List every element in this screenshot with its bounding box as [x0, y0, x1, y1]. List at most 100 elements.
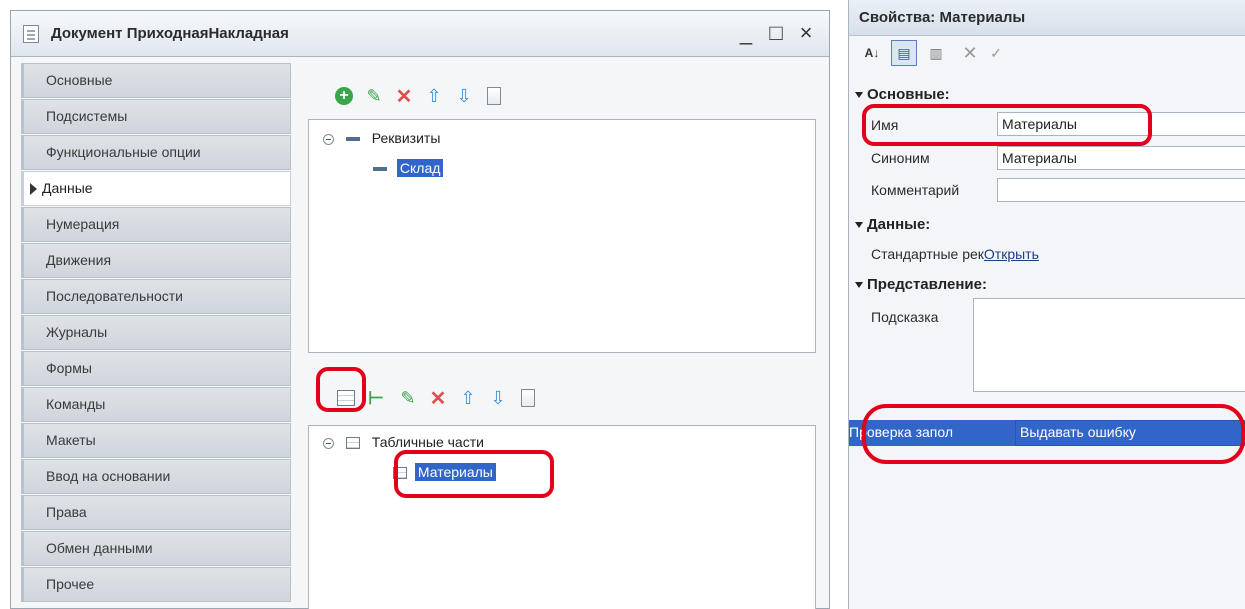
- apply-button[interactable]: ✓: [983, 40, 1009, 66]
- move-up-button[interactable]: ⇧: [421, 83, 447, 109]
- nav-item-commands[interactable]: Команды: [21, 387, 291, 422]
- pencil-icon: ✎: [400, 387, 416, 408]
- synonym-field[interactable]: Материалы: [997, 146, 1245, 170]
- attribute-group-icon: [345, 137, 360, 142]
- collapse-icon: [323, 133, 334, 145]
- edit-button[interactable]: ✎: [361, 83, 387, 109]
- nav-item-label: Ввод на основании: [46, 468, 171, 484]
- nav-item-label: Обмен данными: [46, 540, 153, 556]
- arrow-up-icon: ⇧: [426, 85, 442, 106]
- nav-item-rights[interactable]: Права: [21, 495, 291, 530]
- delete-button[interactable]: ✕: [425, 385, 451, 411]
- window-title: Документ ПриходнаяНакладная: [51, 25, 289, 42]
- sidebar-nav: Основные Подсистемы Функциональные опции…: [21, 63, 291, 603]
- nav-item-subsystems[interactable]: Подсистемы: [21, 99, 291, 134]
- nav-item-label: Функциональные опции: [46, 144, 201, 160]
- comment-field[interactable]: [997, 178, 1245, 202]
- nav-item-input-on-basis[interactable]: Ввод на основании: [21, 459, 291, 494]
- attributes-tree-panel: Реквизиты Склад: [308, 119, 816, 353]
- attributes-group[interactable]: Реквизиты: [323, 130, 440, 146]
- maximize-button[interactable]: □: [763, 20, 789, 46]
- arrow-down-icon: ⇩: [490, 387, 506, 408]
- close-button[interactable]: ×: [793, 20, 819, 46]
- edit-button[interactable]: ✎: [395, 385, 421, 411]
- properties-titlebar: Свойства: Материалы: [849, 0, 1245, 36]
- nav-item-data[interactable]: Данные: [21, 171, 291, 206]
- nav-item-other[interactable]: Прочее: [21, 567, 291, 602]
- comment-label: Комментарий: [871, 182, 960, 198]
- highlight-tabular-item: [394, 450, 554, 498]
- synonym-label: Синоним: [871, 150, 930, 166]
- categorized-view-button[interactable]: ▤: [891, 40, 917, 66]
- nav-item-label: Движения: [46, 252, 112, 268]
- nav-item-label: Нумерация: [46, 216, 120, 232]
- nav-item-label: Команды: [46, 396, 106, 412]
- move-down-button[interactable]: ⇩: [451, 83, 477, 109]
- tabular-parts-group-label: Табличные части: [371, 434, 484, 450]
- add-icon: +: [335, 87, 353, 105]
- tree-view-icon: ▤: [897, 44, 911, 61]
- nav-item-label: Формы: [46, 360, 92, 376]
- sort-alpha-icon: A↓: [864, 46, 880, 60]
- nav-item-label: Макеты: [46, 432, 96, 448]
- nav-item-basic[interactable]: Основные: [21, 63, 291, 98]
- attribute-icon: [373, 167, 387, 172]
- arrow-down-icon: ⇩: [456, 85, 472, 106]
- add-column-icon: ⊢: [368, 387, 384, 408]
- tabular-parts-group[interactable]: Табличные части: [323, 434, 484, 450]
- tabular-toolbar: ⊢ ✎ ✕ ⇧ ⇩: [331, 385, 631, 411]
- properties-title: Свойства: Материалы: [859, 9, 1026, 26]
- clear-button[interactable]: ✕: [957, 40, 983, 66]
- sort-alphabetical-button[interactable]: A↓: [859, 40, 885, 66]
- open-standard-attrs-link[interactable]: Открыть: [984, 246, 1039, 262]
- delete-icon: ✕: [395, 85, 413, 108]
- collapse-icon: [323, 437, 334, 449]
- nav-item-label: Последовательности: [46, 288, 183, 304]
- tabular-parts-panel: Табличные части Материалы: [308, 425, 816, 609]
- attributes-group-label: Реквизиты: [371, 130, 441, 146]
- minimize-button[interactable]: _: [733, 20, 759, 46]
- section-presentation[interactable]: Представление:: [855, 276, 987, 293]
- nav-item-functional-options[interactable]: Функциональные опции: [21, 135, 291, 170]
- attribute-item[interactable]: Склад: [373, 159, 444, 177]
- section-data[interactable]: Данные:: [855, 216, 930, 233]
- sort-button[interactable]: [515, 385, 541, 411]
- nav-item-label: Прочее: [46, 576, 95, 592]
- nav-item-label: Журналы: [46, 324, 108, 340]
- check-icon: ✓: [990, 44, 1002, 61]
- section-main[interactable]: Основные:: [855, 86, 950, 103]
- attribute-item-label: Склад: [396, 159, 444, 177]
- expand-arrow-icon: [30, 183, 37, 195]
- nav-item-movements[interactable]: Движения: [21, 243, 291, 278]
- highlight-fill-check: [862, 404, 1245, 464]
- add-button[interactable]: +: [331, 83, 357, 109]
- list-icon: [487, 87, 501, 105]
- move-up-button[interactable]: ⇧: [455, 385, 481, 411]
- move-down-button[interactable]: ⇩: [485, 385, 511, 411]
- document-icon: [23, 25, 39, 43]
- filter-icon: ▥: [929, 44, 943, 61]
- nav-item-numbering[interactable]: Нумерация: [21, 207, 291, 242]
- nav-item-label: Права: [46, 504, 87, 520]
- nav-item-label: Основные: [46, 72, 113, 88]
- table-icon: [345, 437, 360, 450]
- sort-button[interactable]: [481, 83, 507, 109]
- filter-button[interactable]: ▥: [923, 40, 949, 66]
- nav-item-templates[interactable]: Макеты: [21, 423, 291, 458]
- nav-item-journals[interactable]: Журналы: [21, 315, 291, 350]
- delete-button[interactable]: ✕: [391, 83, 417, 109]
- delete-icon: ✕: [429, 387, 447, 410]
- nav-item-forms[interactable]: Формы: [21, 351, 291, 386]
- tooltip-label: Подсказка: [871, 309, 939, 325]
- window-titlebar: Документ ПриходнаяНакладная _ □ ×: [11, 11, 829, 57]
- nav-item-label: Данные: [42, 180, 93, 196]
- list-icon: [521, 389, 535, 407]
- tooltip-field[interactable]: [973, 298, 1245, 392]
- highlight-name-field: [862, 104, 1152, 146]
- nav-item-data-exchange[interactable]: Обмен данными: [21, 531, 291, 566]
- add-column-button[interactable]: ⊢: [363, 385, 389, 411]
- cancel-icon: ✕: [962, 42, 978, 63]
- nav-item-label: Подсистемы: [46, 108, 128, 124]
- properties-panel: Свойства: Материалы A↓ ▤ ▥ ✕ ✓ Основные:…: [848, 0, 1245, 609]
- nav-item-sequences[interactable]: Последовательности: [21, 279, 291, 314]
